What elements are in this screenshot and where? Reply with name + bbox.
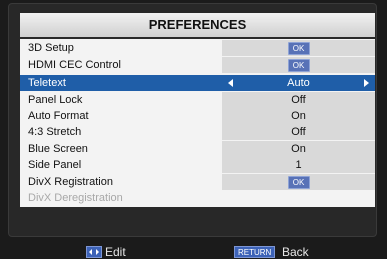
- menu-item-label: Auto Format: [28, 110, 89, 122]
- menu-item-label: DivX Deregistration: [28, 192, 123, 204]
- menu-item-divx-deregistration: DivX Deregistration: [20, 190, 375, 206]
- ok-button[interactable]: OK: [287, 176, 310, 189]
- menu-item-hdmi-cec-control[interactable]: HDMI CEC Control OK: [20, 57, 375, 73]
- menu-item-label: Side Panel: [28, 159, 82, 171]
- back-hint-label: Back: [282, 245, 309, 259]
- menu-item-label: 4:3 Stretch: [28, 126, 82, 138]
- menu-item-4-3-stretch[interactable]: 4:3 Stretch Off: [20, 124, 375, 140]
- menu-item-value: Off: [222, 92, 375, 108]
- arrow-left-icon[interactable]: [228, 79, 233, 87]
- menu-item-panel-lock[interactable]: Panel Lock Off: [20, 92, 375, 108]
- menu-item-label: Panel Lock: [28, 94, 83, 106]
- menu-item-value: On: [222, 141, 375, 157]
- menu-item-value: OK: [222, 57, 375, 73]
- footer-hints: Edit RETURN Back: [0, 246, 387, 259]
- arrow-right-icon[interactable]: [364, 79, 369, 87]
- menu-item-value: Off: [222, 124, 375, 140]
- menu-item-label: Blue Screen: [28, 143, 88, 155]
- return-key-icon: RETURN: [234, 246, 276, 258]
- ok-button[interactable]: OK: [287, 42, 310, 55]
- menu-item-teletext[interactable]: Teletext Auto: [20, 75, 375, 91]
- menu-item-auto-format[interactable]: Auto Format On: [20, 108, 375, 124]
- edit-hint-label: Edit: [105, 245, 126, 259]
- menu-title: PREFERENCES: [20, 13, 375, 37]
- ok-button[interactable]: OK: [287, 59, 310, 72]
- menu-item-divx-registration[interactable]: DivX Registration OK: [20, 174, 375, 190]
- menu-item-value: OK: [222, 174, 375, 190]
- menu-item-label: DivX Registration: [28, 176, 113, 188]
- menu-item-label: HDMI CEC Control: [28, 59, 121, 71]
- left-right-arrows-icon: [86, 246, 102, 258]
- menu-item-blue-screen[interactable]: Blue Screen On: [20, 141, 375, 157]
- menu-item-label: 3D Setup: [28, 42, 74, 54]
- menu-item-label: Teletext: [28, 77, 66, 89]
- menu-item-value: Auto: [222, 75, 375, 91]
- menu-item-value: On: [222, 108, 375, 124]
- preferences-menu: 3D Setup OK HDMI CEC Control OK Teletext…: [20, 39, 375, 207]
- teletext-value: Auto: [287, 77, 310, 89]
- menu-item-3d-setup[interactable]: 3D Setup OK: [20, 40, 375, 56]
- menu-item-side-panel[interactable]: Side Panel 1: [20, 157, 375, 173]
- menu-item-value: OK: [222, 40, 375, 56]
- menu-item-value: 1: [222, 157, 375, 173]
